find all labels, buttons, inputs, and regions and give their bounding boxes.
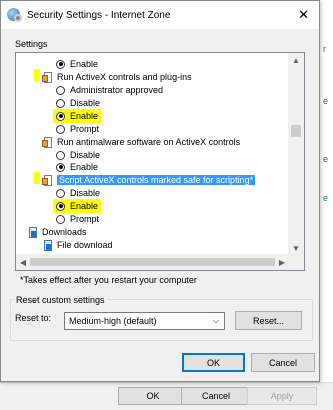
setting-script-activex[interactable]: Script ActiveX controls marked safe for … <box>42 174 256 186</box>
option-enable-highlighted[interactable]: Enable <box>53 109 102 123</box>
option-label: Enable <box>70 162 99 172</box>
horizontal-scrollbar[interactable]: ◀ ▶ <box>16 254 289 270</box>
script-setting-icon <box>42 136 53 148</box>
setting-label: Run antimalware software on ActiveX cont… <box>57 137 241 147</box>
option-enable[interactable]: Enable <box>56 58 98 70</box>
option-prompt[interactable]: Prompt <box>56 123 99 135</box>
background-text: e <box>323 193 329 203</box>
downloads-icon <box>42 239 53 251</box>
select-value: Medium-high (default) <box>69 316 157 326</box>
radio-selected[interactable] <box>56 59 65 69</box>
option-label: Enable <box>70 59 99 69</box>
cancel-button[interactable]: Cancel <box>251 353 315 372</box>
chevron-down-icon[interactable]: ⌵ <box>213 316 219 326</box>
setting-label: File download <box>57 240 113 250</box>
background-apply-button: Apply <box>247 387 317 405</box>
category-label: Downloads <box>42 227 87 237</box>
scroll-down-icon[interactable]: ▼ <box>288 241 304 255</box>
scroll-thumb[interactable] <box>291 125 301 137</box>
security-settings-icon <box>7 8 22 22</box>
security-settings-dialog: Security Settings - Internet Zone ✕ Sett… <box>0 0 320 382</box>
radio-selected[interactable] <box>56 111 65 121</box>
radio-button[interactable] <box>56 214 65 224</box>
script-setting-icon <box>42 174 53 186</box>
background-cancel-button[interactable]: Cancel <box>181 387 251 405</box>
close-icon[interactable]: ✕ <box>298 7 309 23</box>
radio-button[interactable] <box>56 150 65 160</box>
setting-run-antimalware: Run antimalware software on ActiveX cont… <box>42 136 240 148</box>
background-text: r <box>323 44 326 54</box>
scroll-corner <box>288 254 304 270</box>
radio-button[interactable] <box>56 124 65 134</box>
background-button-bar: OK Cancel Apply <box>0 382 333 410</box>
background-text: e <box>323 154 329 164</box>
restart-note: *Takes effect after you restart your com… <box>20 275 197 285</box>
highlight-mark <box>34 69 40 81</box>
radio-button[interactable] <box>56 85 65 95</box>
option-label: Disable <box>70 98 101 108</box>
option-prompt[interactable]: Prompt <box>56 213 99 225</box>
option-label: Enable <box>70 201 99 211</box>
script-setting-icon <box>42 71 53 83</box>
background-ok-button[interactable]: OK <box>118 387 188 405</box>
downloads-icon <box>27 226 38 238</box>
setting-label: Run ActiveX controls and plug-ins <box>57 72 192 82</box>
background-text: e <box>323 96 329 106</box>
highlight-mark <box>34 172 40 184</box>
vertical-scrollbar[interactable]: ▲ ▼ <box>288 53 304 255</box>
reset-group-label: Reset custom settings <box>14 295 107 305</box>
reset-to-label: Reset to: <box>15 313 52 323</box>
ok-button[interactable]: OK <box>182 353 245 372</box>
option-label: Enable <box>70 111 99 121</box>
scroll-right-icon[interactable]: ▶ <box>275 254 289 270</box>
scroll-left-icon[interactable]: ◀ <box>16 254 30 270</box>
radio-selected[interactable] <box>56 162 65 172</box>
option-disable[interactable]: Disable <box>56 187 100 199</box>
option-label: Disable <box>70 150 101 160</box>
settings-tree[interactable]: Enable Run ActiveX controls and plug-ins… <box>15 52 305 271</box>
option-label: Prompt <box>70 214 100 224</box>
settings-label: Settings <box>15 39 48 49</box>
background-window-edge: r e e e <box>318 0 333 410</box>
setting-file-download: File download <box>42 239 113 251</box>
title-bar: Security Settings - Internet Zone ✕ <box>1 1 319 29</box>
setting-label-selected: Script ActiveX controls marked safe for … <box>57 175 256 185</box>
category-downloads: Downloads <box>27 226 87 238</box>
reset-button[interactable]: Reset... <box>235 311 302 330</box>
option-label: Administrator approved <box>70 85 164 95</box>
option-administrator-approved[interactable]: Administrator approved <box>56 84 163 96</box>
radio-selected[interactable] <box>56 201 65 211</box>
option-label: Disable <box>70 188 101 198</box>
option-enable[interactable]: Enable <box>56 161 98 173</box>
dialog-title: Security Settings - Internet Zone <box>27 9 171 21</box>
reset-level-select[interactable]: Medium-high (default) ⌵ <box>64 312 225 330</box>
scroll-up-icon[interactable]: ▲ <box>288 53 304 67</box>
scroll-thumb[interactable] <box>30 258 275 266</box>
option-disable[interactable]: Disable <box>56 97 100 109</box>
option-enable-highlighted[interactable]: Enable <box>53 199 102 213</box>
option-disable[interactable]: Disable <box>56 149 100 161</box>
radio-button[interactable] <box>56 188 65 198</box>
option-label: Prompt <box>70 124 100 134</box>
radio-button[interactable] <box>56 98 65 108</box>
setting-run-activex: Run ActiveX controls and plug-ins <box>42 71 192 83</box>
